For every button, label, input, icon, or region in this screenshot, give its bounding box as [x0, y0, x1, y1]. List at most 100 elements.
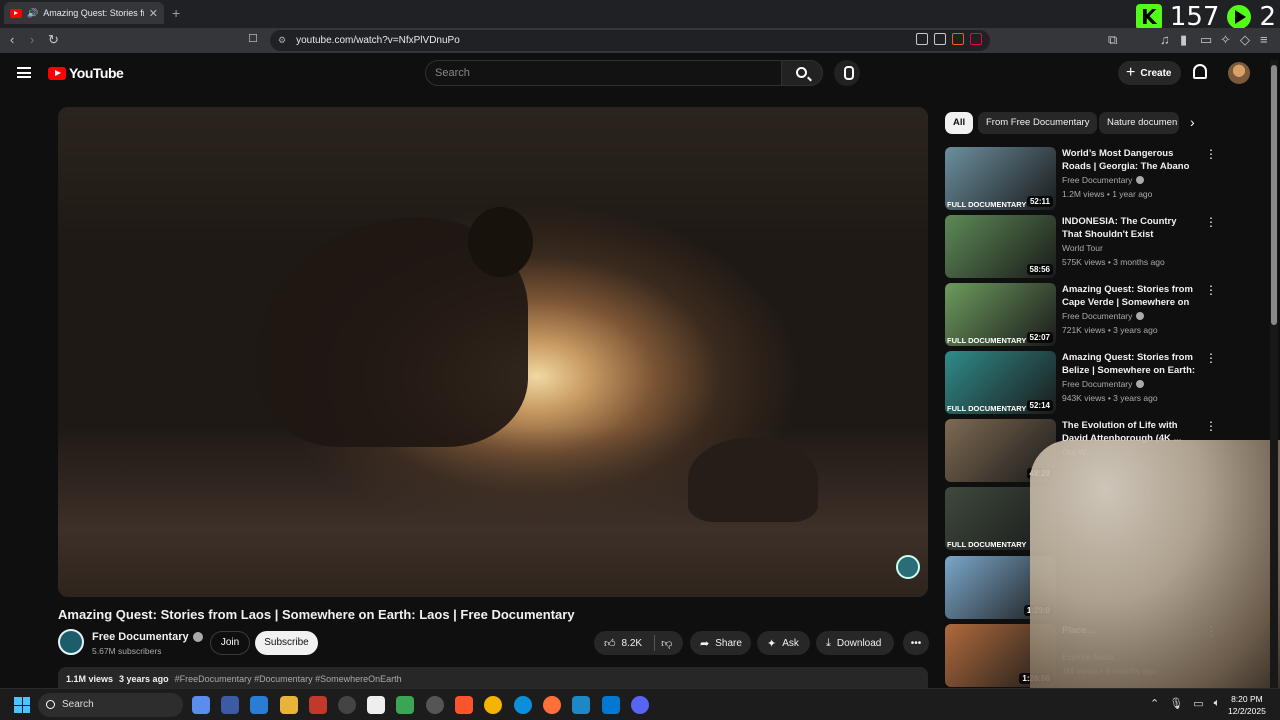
recommendation-item[interactable]: 58:56 INDONESIA: The Country That Shouldn…: [945, 215, 1217, 278]
recommendation-channel-row[interactable]: Free Documentary: [1062, 311, 1145, 321]
page-scrollbar[interactable]: [1270, 60, 1278, 688]
hamburger-menu-icon[interactable]: [17, 67, 31, 78]
hashtags[interactable]: #FreeDocumentary #Documentary #Somewhere…: [175, 674, 402, 684]
recommendation-channel-row[interactable]: World Tour: [1062, 243, 1103, 253]
recommendation-channel[interactable]: Free Documentary: [1062, 311, 1132, 321]
video-player[interactable]: [58, 107, 928, 597]
reload-icon[interactable]: ↻: [48, 32, 59, 48]
browser-tab[interactable]: 🔊 Amazing Quest: Stories from ✕: [4, 2, 164, 24]
like-count[interactable]: 8.2K: [622, 638, 643, 649]
channel-name[interactable]: Free Documentary: [92, 631, 189, 643]
recommendation-channel-row[interactable]: Free Documentary: [1062, 175, 1145, 185]
network-icon[interactable]: ▭: [1193, 697, 1203, 710]
channel-watermark-icon[interactable]: [896, 555, 920, 579]
app-icon-14[interactable]: [572, 696, 590, 714]
video-thumbnail[interactable]: FULL DOCUMENTARY 52:14: [945, 351, 1056, 414]
chip-nature[interactable]: Nature documen: [1099, 112, 1179, 134]
video-thumbnail[interactable]: 58:56: [945, 215, 1056, 278]
brave-shield-icon[interactable]: [952, 33, 964, 45]
chip-from-channel[interactable]: From Free Documentary: [978, 112, 1098, 134]
edge-icon[interactable]: [514, 696, 532, 714]
channel-name-row[interactable]: Free Documentary: [92, 631, 203, 643]
leo-icon[interactable]: ✧: [1220, 32, 1231, 48]
youtube-logo[interactable]: YouTube: [48, 65, 124, 81]
cast-icon[interactable]: [916, 33, 928, 45]
recommendation-channel[interactable]: Free Documentary: [1062, 175, 1132, 185]
app-icon-2[interactable]: [221, 696, 239, 714]
app-icon-9[interactable]: [426, 696, 444, 714]
taskbar-clock[interactable]: 8:20 PM 12/2/2025: [1228, 693, 1266, 717]
app-icon-5[interactable]: [309, 696, 327, 714]
url-text[interactable]: youtube.com/watch?v=NfxPlVDnuPo: [296, 35, 460, 46]
chevron-right-icon[interactable]: ›: [1190, 114, 1195, 130]
channel-avatar[interactable]: [58, 629, 84, 655]
recommendation-item[interactable]: FULL DOCUMENTARY 52:14 Amazing Quest: Stor…: [945, 351, 1217, 414]
app-icon-3[interactable]: [250, 696, 268, 714]
tab-title: Amazing Quest: Stories from: [43, 8, 144, 18]
media-icon[interactable]: ♫: [1160, 32, 1170, 47]
sidebar-icon[interactable]: ▮: [1180, 32, 1187, 48]
wallet-icon[interactable]: ▭: [1200, 32, 1212, 48]
more-actions-button[interactable]: •••: [903, 631, 929, 655]
voice-search-button[interactable]: [834, 60, 860, 86]
recommendation-channel[interactable]: World Tour: [1062, 243, 1103, 253]
user-avatar[interactable]: [1228, 62, 1250, 84]
download-button[interactable]: ⤓ Download: [816, 631, 894, 655]
recommendation-item[interactable]: FULL DOCUMENTARY 52:11 World’s Most Danger…: [945, 147, 1217, 210]
video-thumbnail[interactable]: FULL DOCUMENTARY 52:07: [945, 283, 1056, 346]
taskbar-search[interactable]: Search: [38, 693, 183, 717]
share-button[interactable]: ➦ Share: [690, 631, 751, 655]
subscribe-button[interactable]: Subscribe: [255, 631, 318, 655]
recommendation-title[interactable]: Amazing Quest: Stories from Cape Verde |…: [1062, 283, 1196, 309]
search-button[interactable]: [781, 60, 823, 86]
search-input[interactable]: Search: [425, 60, 782, 86]
extensions-icon[interactable]: ⧉: [1108, 32, 1117, 48]
file-explorer-icon[interactable]: [280, 696, 298, 714]
firefox-icon[interactable]: [543, 696, 561, 714]
vpn-icon[interactable]: ◇: [1240, 32, 1250, 48]
more-vertical-icon[interactable]: ⋮: [1205, 420, 1217, 432]
more-vertical-icon[interactable]: ⋮: [1205, 352, 1217, 364]
vscode-icon[interactable]: [602, 696, 620, 714]
recommendation-title[interactable]: Amazing Quest: Stories from Belize | Som…: [1062, 351, 1196, 377]
app-icon-7[interactable]: [367, 696, 385, 714]
video-thumbnail[interactable]: FULL DOCUMENTARY 52:11: [945, 147, 1056, 210]
windows-start-icon[interactable]: [14, 697, 30, 713]
like-icon[interactable]: 👍︎: [604, 637, 616, 650]
app-icon-8[interactable]: [396, 696, 414, 714]
discord-icon[interactable]: [631, 696, 649, 714]
recommendation-channel-row[interactable]: Free Documentary: [1062, 379, 1145, 389]
microphone-icon[interactable]: 🎙︎: [1169, 697, 1183, 710]
create-button[interactable]: + Create: [1118, 61, 1181, 85]
more-vertical-icon[interactable]: ⋮: [1205, 284, 1217, 296]
more-vertical-icon[interactable]: ⋮: [1205, 148, 1217, 160]
recommendation-title[interactable]: World’s Most Dangerous Roads | Georgia: …: [1062, 147, 1196, 173]
volume-icon[interactable]: 🔈︎: [1214, 697, 1221, 710]
recommendation-channel[interactable]: Free Documentary: [1062, 379, 1132, 389]
dislike-icon[interactable]: 👎︎: [661, 637, 672, 650]
recommendation-title[interactable]: INDONESIA: The Country That Shouldn't Ex…: [1062, 215, 1196, 241]
share-page-icon[interactable]: [934, 33, 946, 45]
new-tab-button[interactable]: +: [172, 5, 180, 21]
more-vertical-icon[interactable]: ⋮: [1205, 216, 1217, 228]
recommendation-item[interactable]: FULL DOCUMENTARY 52:07 Amazing Quest: Stor…: [945, 283, 1217, 346]
back-icon[interactable]: ‹: [10, 32, 14, 47]
bookmark-icon[interactable]: ☐: [248, 32, 258, 45]
join-button[interactable]: Join: [210, 631, 250, 655]
menu-icon[interactable]: ≡: [1260, 32, 1268, 47]
tray-chevron-icon[interactable]: ⌃: [1150, 697, 1159, 710]
description-box[interactable]: 1.1M views 3 years ago #FreeDocumentary …: [58, 667, 928, 689]
site-info-icon[interactable]: ⚙: [278, 35, 286, 46]
ask-button[interactable]: ✦ Ask: [757, 631, 810, 655]
notifications-bell-icon[interactable]: [1193, 64, 1207, 79]
app-icon-1[interactable]: [192, 696, 210, 714]
scrollbar-thumb[interactable]: [1271, 65, 1277, 325]
address-bar[interactable]: ⚙ youtube.com/watch?v=NfxPlVDnuPo: [270, 30, 990, 51]
app-icon-6[interactable]: [338, 696, 356, 714]
brave-rewards-icon[interactable]: [970, 33, 982, 45]
close-tab-icon[interactable]: ✕: [149, 7, 158, 20]
chip-all[interactable]: All: [945, 112, 974, 134]
chrome-icon[interactable]: [484, 696, 502, 714]
forward-icon[interactable]: ›: [30, 32, 34, 47]
brave-browser-icon[interactable]: [455, 696, 473, 714]
